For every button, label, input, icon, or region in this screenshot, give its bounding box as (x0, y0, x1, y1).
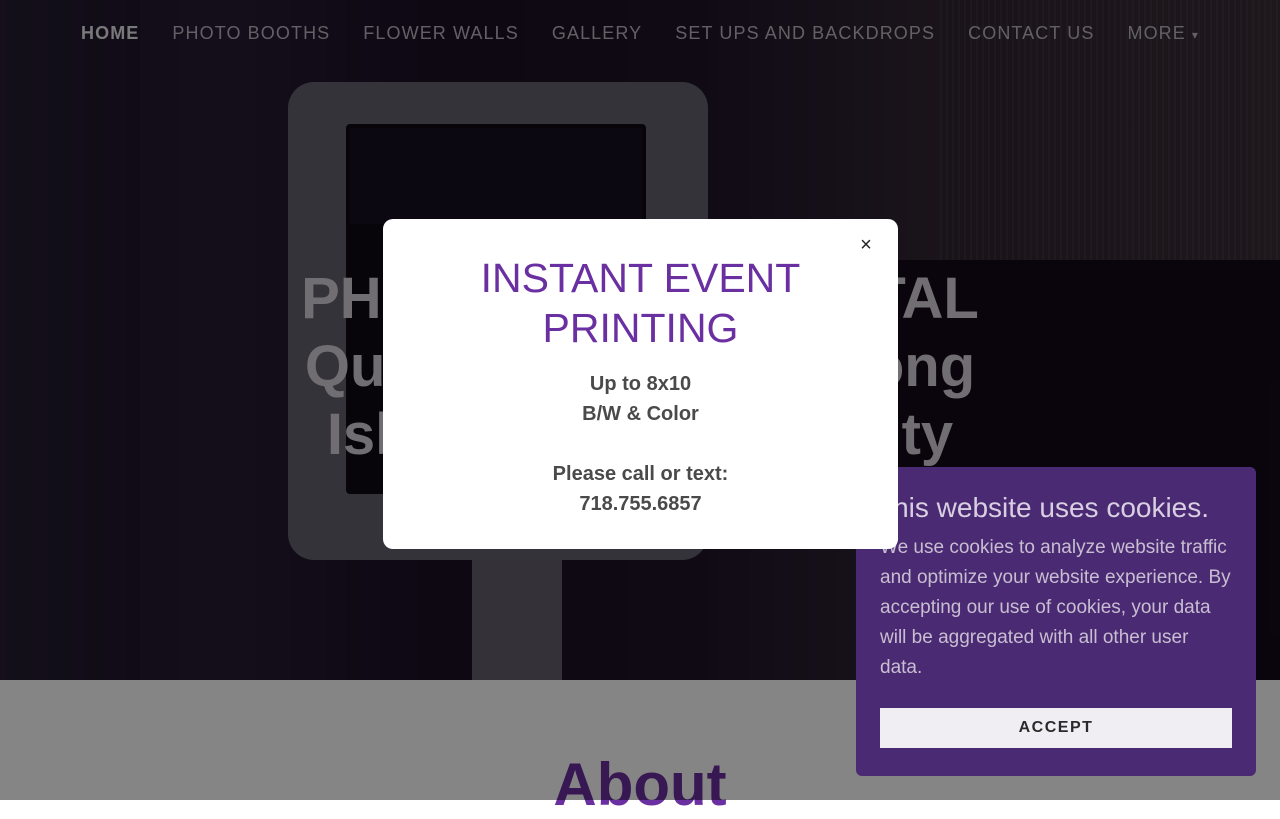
modal-line-call: Please call or text: (552, 463, 729, 485)
promo-modal: × INSTANT EVENT PRINTING Up to 8x10 B/W … (383, 219, 898, 549)
accept-cookies-button[interactable]: ACCEPT (880, 708, 1232, 748)
modal-line-print-size: Up to 8x10 (589, 373, 692, 395)
modal-title: INSTANT EVENT PRINTING (480, 255, 801, 351)
close-icon[interactable]: × (856, 235, 876, 255)
modal-phone-number[interactable]: 718.755.6857 (383, 489, 898, 519)
modal-body: Up to 8x10 B/W & Color Please call or te… (383, 369, 898, 519)
cookie-text: We use cookies to analyze website traffi… (880, 537, 1231, 678)
cookie-banner: This website uses cookies. We use cookie… (856, 467, 1256, 776)
cookie-title: This website uses cookies. (876, 492, 1210, 523)
modal-line-spacer (383, 429, 898, 459)
modal-line-color: B/W & Color (582, 403, 699, 425)
